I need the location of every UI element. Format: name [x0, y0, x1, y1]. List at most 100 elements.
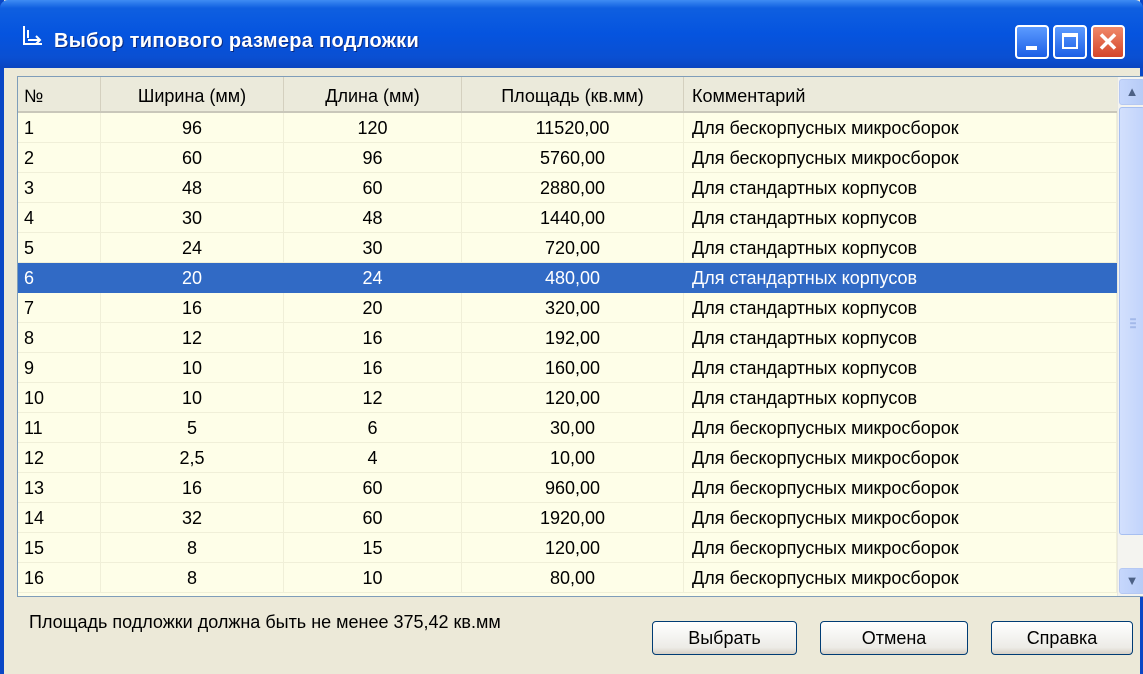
table-row[interactable]: 13 16 60 960,00 Для бескорпусных микросборок — [18, 473, 1117, 503]
cell-comment: Для стандартных корпусов — [684, 353, 1117, 383]
cell-comment: Для стандартных корпусов — [684, 203, 1117, 233]
column-header-length[interactable]: Длина (мм) — [284, 77, 462, 111]
cell-number: 8 — [18, 323, 101, 353]
cell-number: 14 — [18, 503, 101, 533]
cell-area: 160,00 — [462, 353, 684, 383]
table-row[interactable]: 15 8 15 120,00 Для бескорпусных микросборок — [18, 533, 1117, 563]
cell-area: 1440,00 — [462, 203, 684, 233]
maximize-button[interactable] — [1053, 25, 1087, 59]
table-row[interactable]: 9 10 16 160,00 Для стандартных корпусов — [18, 353, 1117, 383]
cell-width: 16 — [101, 473, 284, 503]
cell-number: 13 — [18, 473, 101, 503]
cell-comment: Для бескорпусных микросборок — [684, 533, 1117, 563]
cell-comment: Для стандартных корпусов — [684, 383, 1117, 413]
table-row[interactable]: 12 2,5 4 10,00 Для бескорпусных микросборок — [18, 443, 1117, 473]
table-row[interactable]: 7 16 20 320,00 Для стандартных корпусов — [18, 293, 1117, 323]
table-row[interactable]: 11 5 6 30,00 Для бескорпусных микросборок — [18, 413, 1117, 443]
cell-comment: Для бескорпусных микросборок — [684, 563, 1117, 593]
min-area-message: Площадь подложки должна быть не менее 37… — [29, 612, 501, 632]
cell-number: 1 — [18, 113, 101, 143]
cell-width: 5 — [101, 413, 284, 443]
table-row[interactable]: 6 20 24 480,00 Для стандартных корпусов — [18, 263, 1117, 293]
column-header-comment[interactable]: Комментарий — [684, 77, 1117, 111]
cell-number: 2 — [18, 143, 101, 173]
cell-length: 16 — [284, 323, 462, 353]
cell-area: 5760,00 — [462, 143, 684, 173]
cell-comment: Для стандартных корпусов — [684, 323, 1117, 353]
help-button[interactable]: Справка — [991, 621, 1133, 655]
grip-icon: ‗ ‗ ‗ — [1130, 310, 1136, 329]
close-button[interactable]: ✕ — [1091, 25, 1125, 59]
cell-number: 16 — [18, 563, 101, 593]
cell-comment: Для бескорпусных микросборок — [684, 503, 1117, 533]
table-row[interactable]: 2 60 96 5760,00 Для бескорпусных микросборок — [18, 143, 1117, 173]
cell-number: 7 — [18, 293, 101, 323]
cell-length: 12 — [284, 383, 462, 413]
table-header: № Ширина (мм) Длина (мм) Площадь (кв.мм)… — [18, 77, 1117, 113]
table-row[interactable]: 4 30 48 1440,00 Для стандартных корпусов — [18, 203, 1117, 233]
table-row[interactable]: 3 48 60 2880,00 Для стандартных корпусов — [18, 173, 1117, 203]
chevron-up-icon: ▲ — [1125, 84, 1139, 99]
cell-length: 30 — [284, 233, 462, 263]
cell-number: 11 — [18, 413, 101, 443]
cell-number: 4 — [18, 203, 101, 233]
cell-comment: Для стандартных корпусов — [684, 173, 1117, 203]
select-button[interactable]: Выбрать — [652, 621, 797, 655]
cell-number: 15 — [18, 533, 101, 563]
sizes-table[interactable]: № Ширина (мм) Длина (мм) Площадь (кв.мм)… — [17, 76, 1143, 597]
scroll-thumb[interactable]: ‗ ‗ ‗ — [1119, 107, 1143, 535]
table-row[interactable]: 5 24 30 720,00 Для стандартных корпусов — [18, 233, 1117, 263]
table-row[interactable]: 1 96 120 11520,00 Для бескорпусных микросбор… — [18, 113, 1117, 143]
minimize-icon — [1026, 46, 1037, 50]
cell-comment: Для бескорпусных микросборок — [684, 473, 1117, 503]
cell-length: 96 — [284, 143, 462, 173]
chevron-down-icon: ▼ — [1125, 573, 1139, 588]
column-header-number[interactable]: № — [18, 77, 101, 111]
maximize-icon — [1062, 33, 1078, 49]
cell-length: 16 — [284, 353, 462, 383]
cell-comment: Для стандартных корпусов — [684, 293, 1117, 323]
cancel-button[interactable]: Отмена — [820, 621, 968, 655]
cell-number: 5 — [18, 233, 101, 263]
close-icon: ✕ — [1097, 27, 1119, 57]
cell-comment: Для бескорпусных микросборок — [684, 143, 1117, 173]
cell-length: 15 — [284, 533, 462, 563]
table-row[interactable]: 8 12 16 192,00 Для стандартных корпусов — [18, 323, 1117, 353]
cell-length: 6 — [284, 413, 462, 443]
table-row[interactable]: 14 32 60 1920,00 Для бескорпусных микросборо… — [18, 503, 1117, 533]
table-row[interactable]: 10 10 12 120,00 Для стандартных корпусов — [18, 383, 1117, 413]
cell-width: 48 — [101, 173, 284, 203]
cell-length: 24 — [284, 263, 462, 293]
cell-length: 120 — [284, 113, 462, 143]
cell-width: 32 — [101, 503, 284, 533]
cell-comment: Для бескорпусных микросборок — [684, 413, 1117, 443]
minimize-button[interactable] — [1015, 25, 1049, 59]
dialog-window: Выбор типового размера подложки ✕ № Шири… — [0, 0, 1143, 674]
table-row[interactable]: 16 8 10 80,00 Для бескорпусных микросборок — [18, 563, 1117, 593]
title-bar[interactable]: Выбор типового размера подложки ✕ — [0, 0, 1143, 68]
cell-area: 11520,00 — [462, 113, 684, 143]
cell-width: 20 — [101, 263, 284, 293]
cell-number: 6 — [18, 263, 101, 293]
column-header-area[interactable]: Площадь (кв.мм) — [462, 77, 684, 111]
cell-length: 60 — [284, 473, 462, 503]
cell-number: 10 — [18, 383, 101, 413]
cell-area: 480,00 — [462, 263, 684, 293]
cell-width: 16 — [101, 293, 284, 323]
scroll-up-button[interactable]: ▲ — [1119, 79, 1143, 105]
cell-length: 10 — [284, 563, 462, 593]
column-header-width[interactable]: Ширина (мм) — [101, 77, 284, 111]
cell-comment: Для бескорпусных микросборок — [684, 113, 1117, 143]
cell-area: 120,00 — [462, 533, 684, 563]
scroll-down-button[interactable]: ▼ — [1119, 568, 1143, 594]
cell-length: 60 — [284, 503, 462, 533]
cell-length: 20 — [284, 293, 462, 323]
cell-number: 9 — [18, 353, 101, 383]
cell-comment: Для стандартных корпусов — [684, 263, 1117, 293]
cell-width: 10 — [101, 353, 284, 383]
cell-length: 48 — [284, 203, 462, 233]
vertical-scrollbar[interactable]: ▲ ‗ ‗ ‗ ▼ — [1117, 77, 1143, 596]
cell-comment: Для бескорпусных микросборок — [684, 443, 1117, 473]
cell-area: 120,00 — [462, 383, 684, 413]
cell-width: 30 — [101, 203, 284, 233]
